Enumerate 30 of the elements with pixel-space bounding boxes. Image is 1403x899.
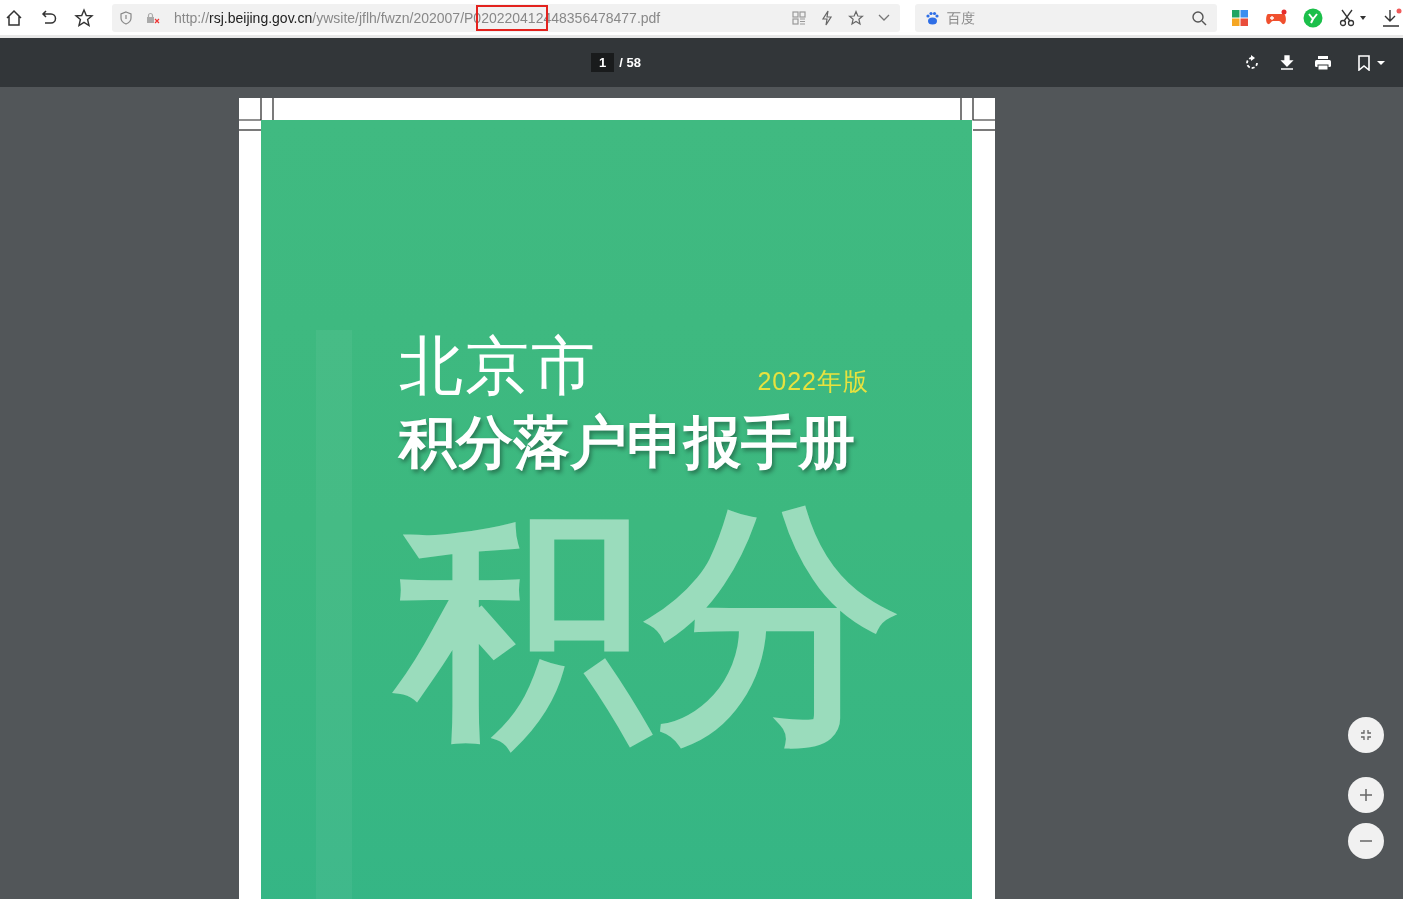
lock-warning-icon <box>146 11 160 24</box>
download-icon[interactable] <box>1382 7 1402 28</box>
print-icon[interactable] <box>1314 54 1332 71</box>
shrink-icon <box>1360 729 1372 741</box>
paw-icon <box>925 10 939 25</box>
zoom-out-button[interactable] <box>1348 823 1384 859</box>
search-bar[interactable]: 百度 <box>915 3 1217 32</box>
edition-label: 2022年版 <box>757 366 869 397</box>
caret-icon[interactable] <box>1360 15 1366 20</box>
scissors-icon[interactable] <box>1339 8 1355 27</box>
star-icon[interactable] <box>74 7 94 28</box>
search-input[interactable]: 百度 <box>945 8 1185 27</box>
bookmark-icon[interactable] <box>1358 54 1370 71</box>
page-number-field[interactable]: 1 <box>591 53 615 72</box>
zoom-in-button[interactable] <box>1348 777 1384 813</box>
star-icon[interactable] <box>848 9 864 26</box>
plus-icon <box>1359 788 1373 802</box>
chevron-down-icon[interactable] <box>878 13 890 22</box>
caret-icon[interactable] <box>1377 60 1385 65</box>
shield-icon <box>120 10 132 25</box>
rotate-icon[interactable] <box>1244 54 1260 71</box>
search-icon[interactable] <box>1191 9 1207 26</box>
gamepad-icon[interactable] <box>1265 8 1287 27</box>
download-icon[interactable] <box>1280 54 1294 71</box>
city-title: 北京市 <box>399 330 597 402</box>
home-icon[interactable] <box>4 7 24 28</box>
fit-page-button[interactable] <box>1348 717 1384 753</box>
grid-icon[interactable] <box>1231 8 1249 27</box>
lightning-icon[interactable] <box>820 9 834 26</box>
page-total: / 58 <box>619 55 641 70</box>
